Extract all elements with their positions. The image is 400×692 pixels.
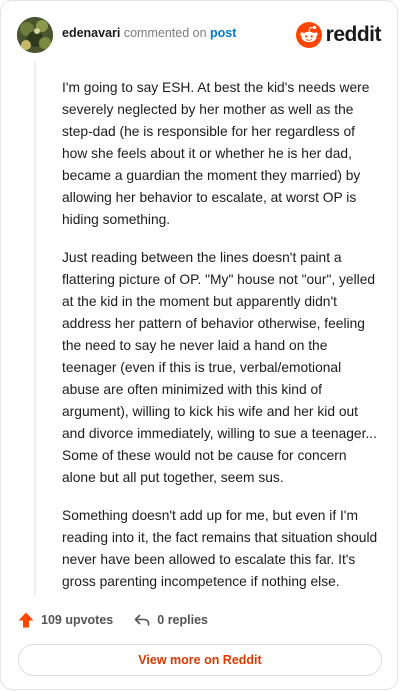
post-link[interactable]: post	[210, 26, 236, 40]
username[interactable]: edenavari	[62, 26, 120, 40]
reddit-snoo-icon	[295, 22, 322, 48]
commented-on-text: commented on	[123, 26, 207, 40]
view-more-label: View more on Reddit	[138, 653, 262, 667]
thread-line	[34, 61, 36, 596]
replies-button[interactable]: 0 replies	[133, 611, 208, 629]
comment-actions: 109 upvotes 0 replies	[17, 610, 208, 630]
comment-paragraph: I'm going to say ESH. At best the kid's …	[62, 80, 370, 227]
comment-header: edenavari commented on post reddit	[17, 17, 382, 53]
reddit-brand[interactable]: reddit	[295, 22, 382, 48]
reply-arrow-icon	[134, 614, 150, 626]
reddit-wordmark: reddit	[325, 23, 382, 46]
upvotes-count: 109 upvotes	[41, 613, 114, 627]
view-more-button[interactable]: View more on Reddit	[18, 644, 382, 676]
user-avatar[interactable]	[17, 17, 53, 53]
upvote-arrow-icon	[18, 612, 34, 628]
upvote-button[interactable]: 109 upvotes	[17, 611, 113, 629]
comment-body: I'm going to say ESH. At best the kid's …	[62, 77, 378, 609]
avatar-image	[17, 17, 53, 53]
comment-paragraph: Something doesn't add up for me, but eve…	[62, 508, 378, 589]
replies-count: 0 replies	[157, 613, 208, 627]
comment-embed-card: edenavari commented on post reddit I'm g…	[0, 0, 398, 690]
comment-paragraph: Just reading between the lines doesn't p…	[62, 250, 377, 485]
comment-meta: edenavari commented on post	[62, 26, 236, 40]
